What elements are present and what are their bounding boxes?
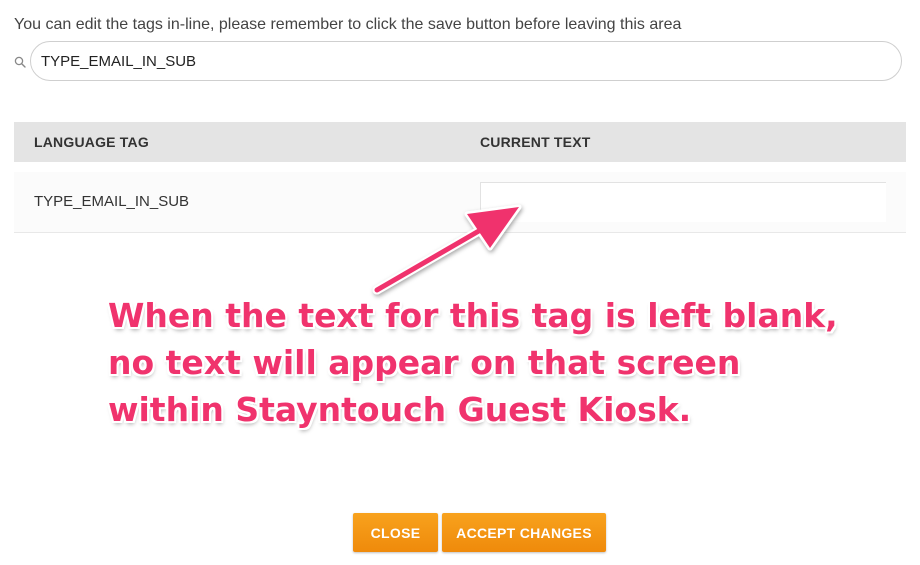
close-button[interactable]: CLOSE [353,513,438,552]
search-input[interactable] [30,41,902,81]
table-header: LANGUAGE TAG CURRENT TEXT [14,122,906,162]
language-tag-cell: TYPE_EMAIL_IN_SUB [34,193,190,210]
table-row: TYPE_EMAIL_IN_SUB [14,172,906,233]
annotation-arrow [372,204,522,295]
annotation-line: no text will appear on that screen [108,343,741,382]
annotation-callout: When the text for this tag is left blank… [108,292,838,433]
current-text-input[interactable] [480,182,886,222]
column-header-language-tag: LANGUAGE TAG [34,134,149,150]
column-header-current-text: CURRENT TEXT [480,134,591,150]
annotation-line: When the text for this tag is left blank… [108,296,838,335]
accept-changes-button[interactable]: ACCEPT CHANGES [442,513,606,552]
search-icon [14,56,26,68]
instruction-text: You can edit the tags in-line, please re… [14,16,682,33]
annotation-line: within Stayntouch Guest Kiosk. [108,390,692,429]
